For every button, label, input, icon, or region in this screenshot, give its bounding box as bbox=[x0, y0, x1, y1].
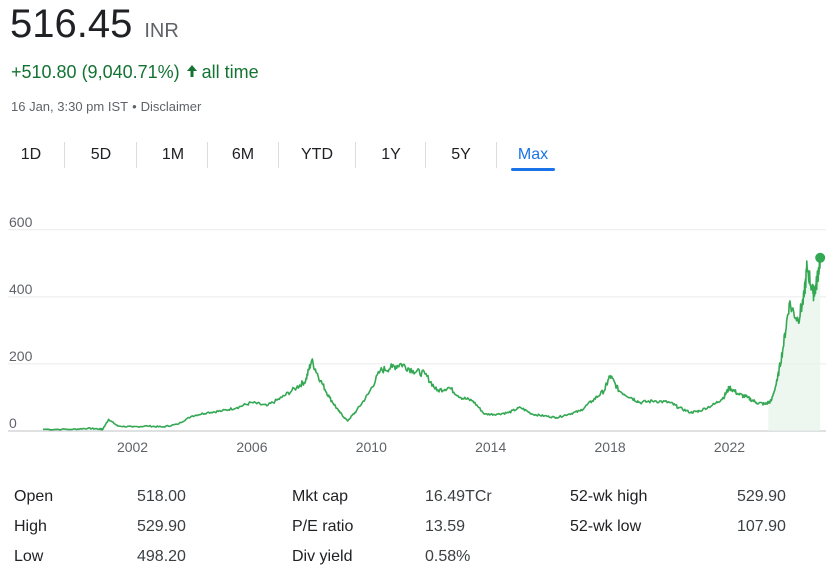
stat-value-low: 498.20 bbox=[137, 548, 186, 565]
tab-6m[interactable]: 6M bbox=[220, 140, 266, 170]
y-tick-label: 400 bbox=[9, 281, 33, 297]
price-header: 516.45 INR bbox=[10, 2, 179, 47]
price-chart[interactable]: 0 200 400 600 2002 2006 2010 2014 2018 2022 bbox=[0, 205, 840, 470]
current-price: 516.45 bbox=[10, 2, 133, 46]
tab-divider bbox=[425, 142, 426, 168]
x-tick-label: 2010 bbox=[356, 439, 387, 455]
change-period: all time bbox=[201, 62, 259, 82]
tab-divider bbox=[355, 142, 356, 168]
y-tick-label: 200 bbox=[9, 348, 33, 364]
tab-divider bbox=[136, 142, 137, 168]
x-tick-label: 2006 bbox=[236, 439, 267, 455]
stat-label-52wk-high: 52-wk high bbox=[570, 488, 648, 505]
tab-ytd[interactable]: YTD bbox=[290, 140, 344, 170]
stat-value-52wk-low: 107.90 bbox=[737, 518, 786, 535]
stat-value-pe-ratio: 13.59 bbox=[425, 518, 466, 535]
stat-label-pe-ratio: P/E ratio bbox=[292, 518, 354, 535]
stat-value-open: 518.00 bbox=[137, 488, 186, 505]
stat-label-div-yield: Div yield bbox=[292, 548, 353, 565]
quote-meta: 16 Jan, 3:30 pm IST • Disclaimer bbox=[11, 99, 201, 114]
stat-label-52wk-low: 52-wk low bbox=[570, 518, 642, 535]
tab-1y[interactable]: 1Y bbox=[368, 140, 414, 170]
tab-5d[interactable]: 5D bbox=[78, 140, 124, 170]
stat-value-high: 529.90 bbox=[137, 518, 186, 535]
price-change-row: +510.80 (9,040.71%) all time bbox=[11, 62, 259, 83]
disclaimer-link[interactable]: Disclaimer bbox=[141, 99, 202, 114]
stat-label-mkt-cap: Mkt cap bbox=[292, 488, 349, 505]
current-price-marker bbox=[815, 252, 826, 263]
tab-1m[interactable]: 1M bbox=[150, 140, 196, 170]
stat-value-div-yield: 0.58% bbox=[425, 548, 471, 565]
price-line bbox=[43, 257, 821, 431]
x-tick-label: 2014 bbox=[475, 439, 506, 455]
stat-label-high: High bbox=[14, 518, 47, 535]
separator-dot: • bbox=[132, 99, 137, 114]
tab-divider bbox=[278, 142, 279, 168]
tab-divider bbox=[207, 142, 208, 168]
y-tick-label: 600 bbox=[9, 214, 33, 230]
tab-1d[interactable]: 1D bbox=[10, 140, 52, 170]
stat-label-low: Low bbox=[14, 548, 44, 565]
stat-value-52wk-high: 529.90 bbox=[737, 488, 786, 505]
price-change: +510.80 (9,040.71%) bbox=[11, 62, 180, 82]
tab-divider bbox=[496, 142, 497, 168]
stat-value-mkt-cap: 16.49TCr bbox=[425, 488, 492, 505]
range-tabs: 1D 5D 1M 6M YTD 1Y 5Y Max bbox=[0, 140, 570, 174]
tab-max[interactable]: Max bbox=[510, 140, 556, 170]
active-tab-indicator bbox=[511, 168, 555, 171]
arrow-up-icon bbox=[186, 62, 198, 83]
quote-timestamp: 16 Jan, 3:30 pm IST bbox=[11, 99, 129, 114]
x-tick-label: 2018 bbox=[595, 439, 626, 455]
x-tick-label: 2022 bbox=[714, 439, 745, 455]
y-tick-label: 0 bbox=[9, 415, 17, 431]
tab-5y[interactable]: 5Y bbox=[438, 140, 484, 170]
currency-code: INR bbox=[144, 20, 179, 42]
x-tick-label: 2002 bbox=[117, 439, 148, 455]
tab-divider bbox=[64, 142, 65, 168]
stat-label-open: Open bbox=[14, 488, 54, 505]
